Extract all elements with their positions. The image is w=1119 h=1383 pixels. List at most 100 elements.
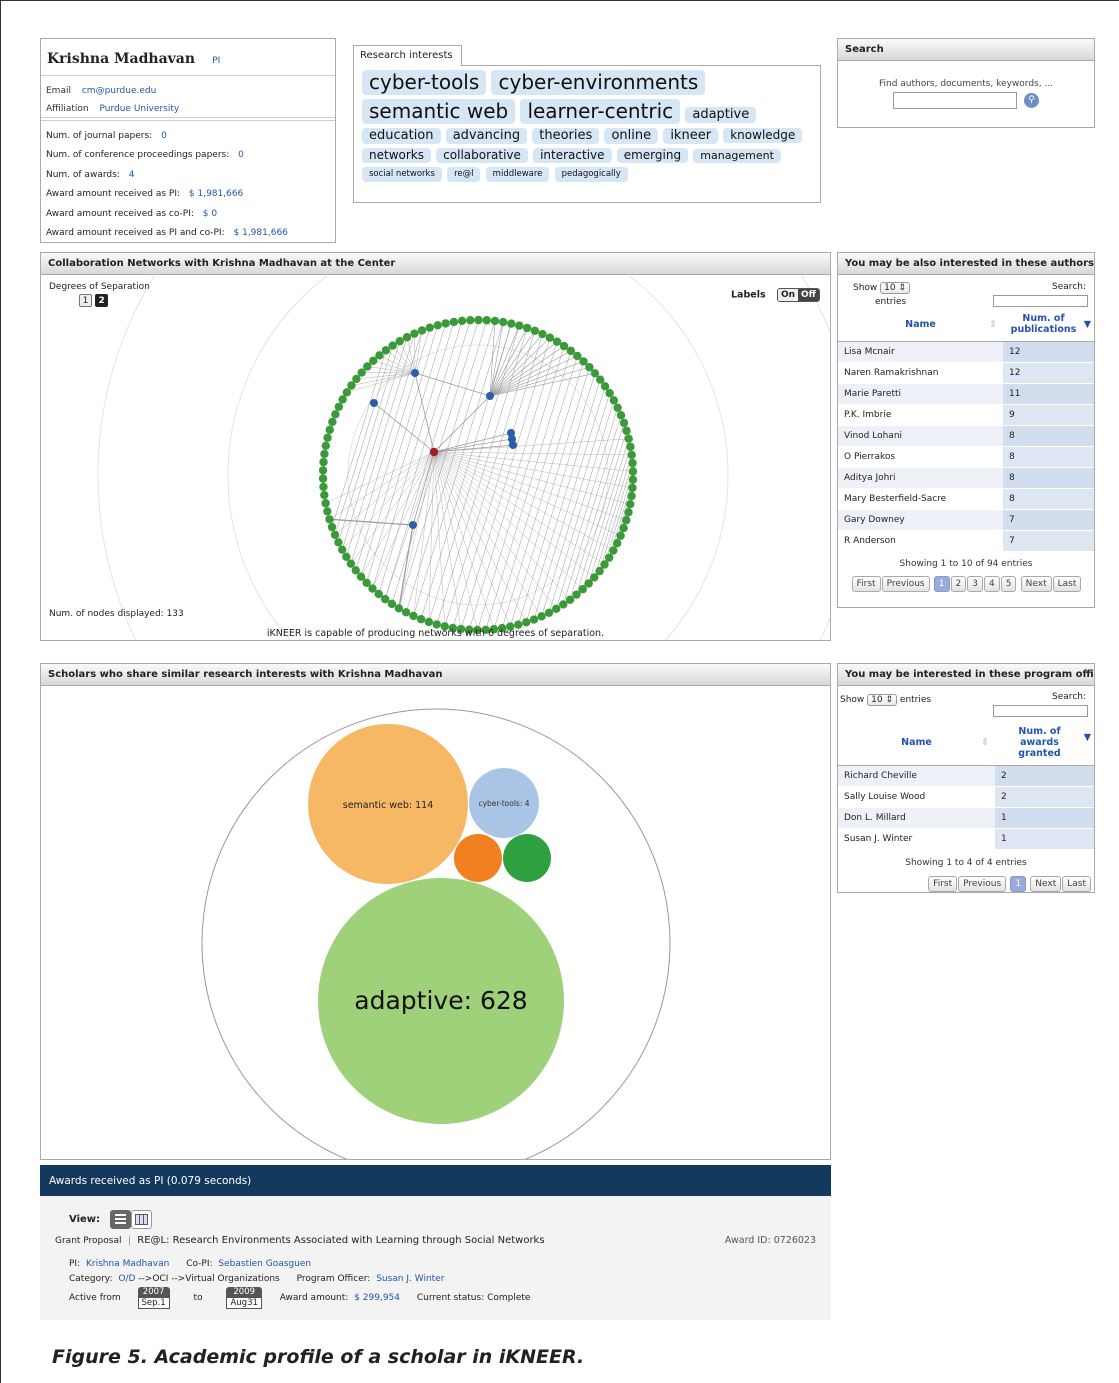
interest-tag[interactable]: advancing bbox=[445, 128, 528, 145]
network-node[interactable] bbox=[490, 316, 500, 326]
network-node[interactable] bbox=[544, 608, 554, 617]
network-node[interactable] bbox=[627, 450, 636, 460]
network-center-node[interactable] bbox=[429, 447, 439, 457]
interest-tag[interactable]: online bbox=[604, 128, 659, 145]
network-node[interactable] bbox=[537, 612, 546, 621]
count-column-header[interactable]: Num. of awards granted ▼ bbox=[995, 720, 1094, 766]
network-node[interactable] bbox=[325, 425, 334, 434]
table-row[interactable]: P.K. Imbrie 9 bbox=[838, 404, 1094, 426]
network-node[interactable] bbox=[482, 316, 491, 325]
table-row[interactable]: O Pierrakos 8 bbox=[838, 446, 1094, 468]
network-node[interactable] bbox=[381, 346, 391, 355]
network-node[interactable] bbox=[552, 604, 561, 613]
page-button[interactable]: 3 bbox=[967, 576, 983, 592]
network-node[interactable] bbox=[600, 382, 610, 391]
network-node[interactable] bbox=[318, 474, 328, 483]
next-button[interactable]: Next bbox=[1030, 876, 1062, 892]
network-hub-node[interactable] bbox=[409, 521, 417, 529]
network-node[interactable] bbox=[319, 482, 328, 492]
network-node[interactable] bbox=[628, 475, 638, 484]
network-node[interactable] bbox=[394, 604, 404, 613]
interest-tag[interactable]: emerging bbox=[616, 148, 689, 164]
network-node[interactable] bbox=[395, 337, 404, 346]
table-row[interactable]: Vinod Lohani 8 bbox=[838, 425, 1094, 447]
network-node[interactable] bbox=[331, 410, 340, 419]
network-node[interactable] bbox=[545, 333, 555, 342]
network-node[interactable] bbox=[628, 467, 638, 476]
table-row[interactable]: Marie Paretti 11 bbox=[838, 383, 1094, 405]
network-hub-node[interactable] bbox=[486, 392, 494, 400]
network-node[interactable] bbox=[323, 433, 332, 442]
network-node[interactable] bbox=[409, 611, 418, 621]
first-button[interactable]: First bbox=[928, 876, 958, 892]
network-node[interactable] bbox=[616, 531, 625, 540]
table-row[interactable]: Don L. Millard 1 bbox=[838, 807, 1094, 829]
network-node[interactable] bbox=[605, 389, 614, 398]
table-row[interactable]: Mary Besterfield-Sacre 8 bbox=[838, 488, 1094, 510]
page-button[interactable]: 1 bbox=[1010, 876, 1027, 892]
network-node[interactable] bbox=[538, 329, 547, 339]
network-node[interactable] bbox=[627, 491, 636, 501]
network-node[interactable] bbox=[323, 507, 332, 516]
interest-tag[interactable]: cyber-tools bbox=[362, 70, 487, 95]
network-node[interactable] bbox=[402, 333, 412, 342]
network-node[interactable] bbox=[334, 402, 344, 411]
network-node[interactable] bbox=[401, 608, 411, 617]
network-node[interactable] bbox=[529, 615, 539, 624]
grant-title[interactable]: RE@L: Research Environments Associated w… bbox=[137, 1235, 544, 1246]
network-node[interactable] bbox=[552, 337, 562, 346]
network-node[interactable] bbox=[626, 442, 635, 451]
interest-tag[interactable]: semantic web bbox=[362, 99, 516, 124]
network-node[interactable] bbox=[522, 323, 532, 333]
category-link[interactable]: O/D bbox=[118, 1274, 135, 1284]
interest-tag[interactable]: education bbox=[362, 128, 441, 145]
entries-select[interactable]: 10 ⇕ bbox=[867, 694, 898, 706]
last-button[interactable]: Last bbox=[1052, 576, 1082, 592]
network-node[interactable] bbox=[387, 599, 397, 609]
network-node[interactable] bbox=[342, 552, 351, 561]
network-node[interactable] bbox=[530, 326, 540, 336]
entries-select[interactable]: 10 ⇕ bbox=[880, 282, 911, 294]
network-node[interactable] bbox=[559, 341, 569, 351]
network-node[interactable] bbox=[624, 508, 633, 517]
officers-search-input[interactable] bbox=[993, 705, 1088, 717]
interests-tab[interactable]: Research interests bbox=[353, 45, 462, 66]
network-node[interactable] bbox=[410, 329, 419, 338]
network-node[interactable] bbox=[342, 388, 352, 397]
email-link[interactable]: cm@purdue.edu bbox=[82, 86, 156, 96]
network-node[interactable] bbox=[337, 545, 347, 554]
network-node[interactable] bbox=[626, 500, 635, 509]
network-hub-node[interactable] bbox=[509, 441, 517, 449]
first-button[interactable]: First bbox=[851, 576, 881, 592]
network-node[interactable] bbox=[334, 538, 343, 547]
network-node[interactable] bbox=[609, 546, 618, 555]
network-node[interactable] bbox=[449, 317, 459, 327]
network-node[interactable] bbox=[318, 466, 328, 475]
network-node[interactable] bbox=[388, 341, 397, 350]
search-icon[interactable]: ⚲ bbox=[1024, 93, 1040, 108]
network-node[interactable] bbox=[616, 410, 626, 420]
network-graph[interactable] bbox=[41, 276, 830, 641]
network-node[interactable] bbox=[624, 434, 633, 443]
network-node[interactable] bbox=[613, 403, 622, 412]
affiliation-link[interactable]: Purdue University bbox=[100, 104, 180, 114]
network-node[interactable] bbox=[457, 316, 467, 326]
network-node[interactable] bbox=[515, 321, 524, 330]
table-row[interactable]: Sally Louise Wood 2 bbox=[838, 786, 1094, 808]
network-node[interactable] bbox=[498, 317, 508, 327]
table-row[interactable]: Aditya Johri 8 bbox=[838, 467, 1094, 489]
network-node[interactable] bbox=[619, 418, 629, 428]
table-row[interactable]: Lisa Mcnair 12 bbox=[838, 341, 1094, 363]
interest-tag[interactable]: middleware bbox=[485, 167, 550, 182]
interest-tag[interactable]: cyber-environments bbox=[491, 70, 706, 95]
interest-tag[interactable]: ikneer bbox=[663, 128, 719, 145]
network-node[interactable] bbox=[320, 490, 329, 500]
interest-tag[interactable]: collaborative bbox=[436, 148, 528, 164]
labels-toggle[interactable]: On Off bbox=[776, 288, 820, 302]
list-view-icon[interactable] bbox=[109, 1210, 131, 1229]
network-node[interactable] bbox=[622, 516, 631, 525]
page-button[interactable]: 1 bbox=[933, 576, 950, 592]
network-hub-node[interactable] bbox=[411, 369, 419, 377]
award-amount[interactable]: $ 299,954 bbox=[354, 1293, 400, 1303]
table-row[interactable]: Naren Ramakrishnan 12 bbox=[838, 362, 1094, 384]
